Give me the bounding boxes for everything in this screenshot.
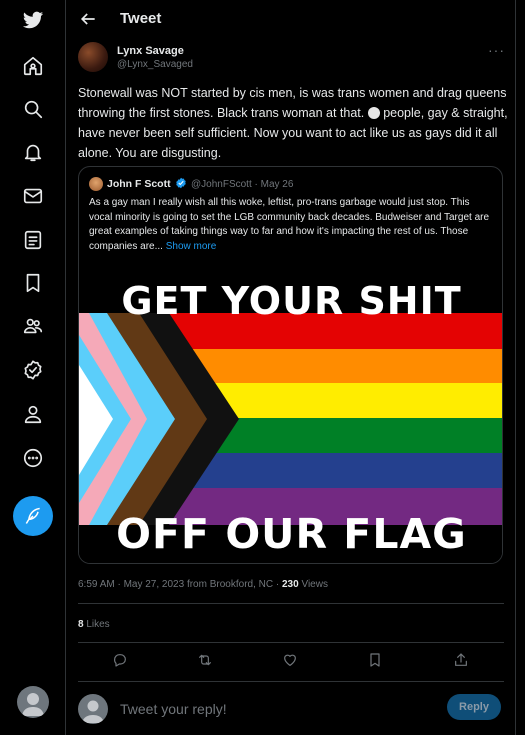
reply-button[interactable]: Reply — [447, 694, 501, 720]
messages-icon[interactable] — [13, 176, 53, 216]
quote-text-body: As a gay man I really wish all this woke… — [89, 197, 490, 252]
quoted-tweet[interactable]: John F Scott @JohnFScott · May 26 As a g… — [78, 166, 503, 564]
communities-icon[interactable] — [13, 306, 53, 346]
retweet-icon[interactable] — [197, 652, 217, 672]
bookmark-icon[interactable] — [367, 652, 387, 672]
page-title: Tweet — [120, 10, 162, 27]
views-label: Views — [298, 579, 328, 590]
author-handle[interactable]: @Lynx_Savaged — [117, 59, 193, 70]
show-more-link[interactable]: Show more — [166, 241, 217, 252]
reply-icon[interactable] — [112, 652, 132, 672]
side-navigation — [0, 0, 66, 735]
verified-icon[interactable] — [13, 350, 53, 390]
more-icon[interactable] — [13, 438, 53, 478]
main-column: Tweet Lynx Savage @Lynx_Savaged ··· Ston… — [66, 0, 516, 735]
bookmarks-icon[interactable] — [13, 263, 53, 303]
profile-icon[interactable] — [13, 394, 53, 434]
tweet-timestamp: 6:59 AM · May 27, 2023 from Brookford, N… — [78, 579, 328, 590]
like-icon[interactable] — [282, 652, 302, 672]
compose-button[interactable] — [13, 496, 53, 536]
divider — [78, 681, 504, 682]
divider — [78, 603, 504, 604]
twitter-logo-icon[interactable] — [13, 0, 53, 40]
share-icon[interactable] — [453, 652, 473, 672]
timestamp-text[interactable]: 6:59 AM · May 27, 2023 from Brookford, N… — [78, 579, 282, 590]
likes-stat[interactable]: 8 Likes — [78, 619, 110, 630]
white-circle-emoji — [367, 107, 380, 119]
quote-handle-date: @JohnFScott · May 26 — [191, 179, 294, 190]
author-avatar[interactable] — [78, 42, 108, 72]
tweet-text: Stonewall was NOT started by cis men, is… — [78, 83, 510, 163]
quote-author-avatar — [89, 177, 103, 191]
compose-icon — [25, 507, 40, 524]
explore-icon[interactable] — [13, 89, 53, 129]
image-caption-top: GET YOUR SHIT — [121, 279, 462, 323]
tweet-header: Tweet — [66, 0, 516, 40]
image-caption-bottom: OFF OUR FLAG — [116, 510, 467, 558]
notifications-icon[interactable] — [13, 132, 53, 172]
more-options-icon[interactable]: ··· — [488, 42, 505, 58]
author-name[interactable]: Lynx Savage — [117, 45, 184, 57]
reply-avatar — [78, 694, 108, 724]
quote-image[interactable]: GET YOUR SHIT OFF OUR FLAG — [79, 275, 502, 563]
lists-icon[interactable] — [13, 220, 53, 260]
quote-author-name: John F Scott — [107, 178, 171, 190]
account-avatar[interactable] — [17, 686, 49, 718]
tweet-actions — [66, 652, 516, 672]
views-count: 230 — [281, 579, 299, 590]
likes-label: Likes — [83, 619, 110, 630]
back-arrow-icon[interactable] — [78, 9, 100, 31]
quote-text: As a gay man I really wish all this woke… — [89, 196, 494, 254]
home-icon[interactable] — [13, 46, 53, 86]
verified-badge-icon — [176, 177, 186, 189]
divider — [78, 642, 504, 643]
reply-input[interactable] — [118, 697, 422, 721]
